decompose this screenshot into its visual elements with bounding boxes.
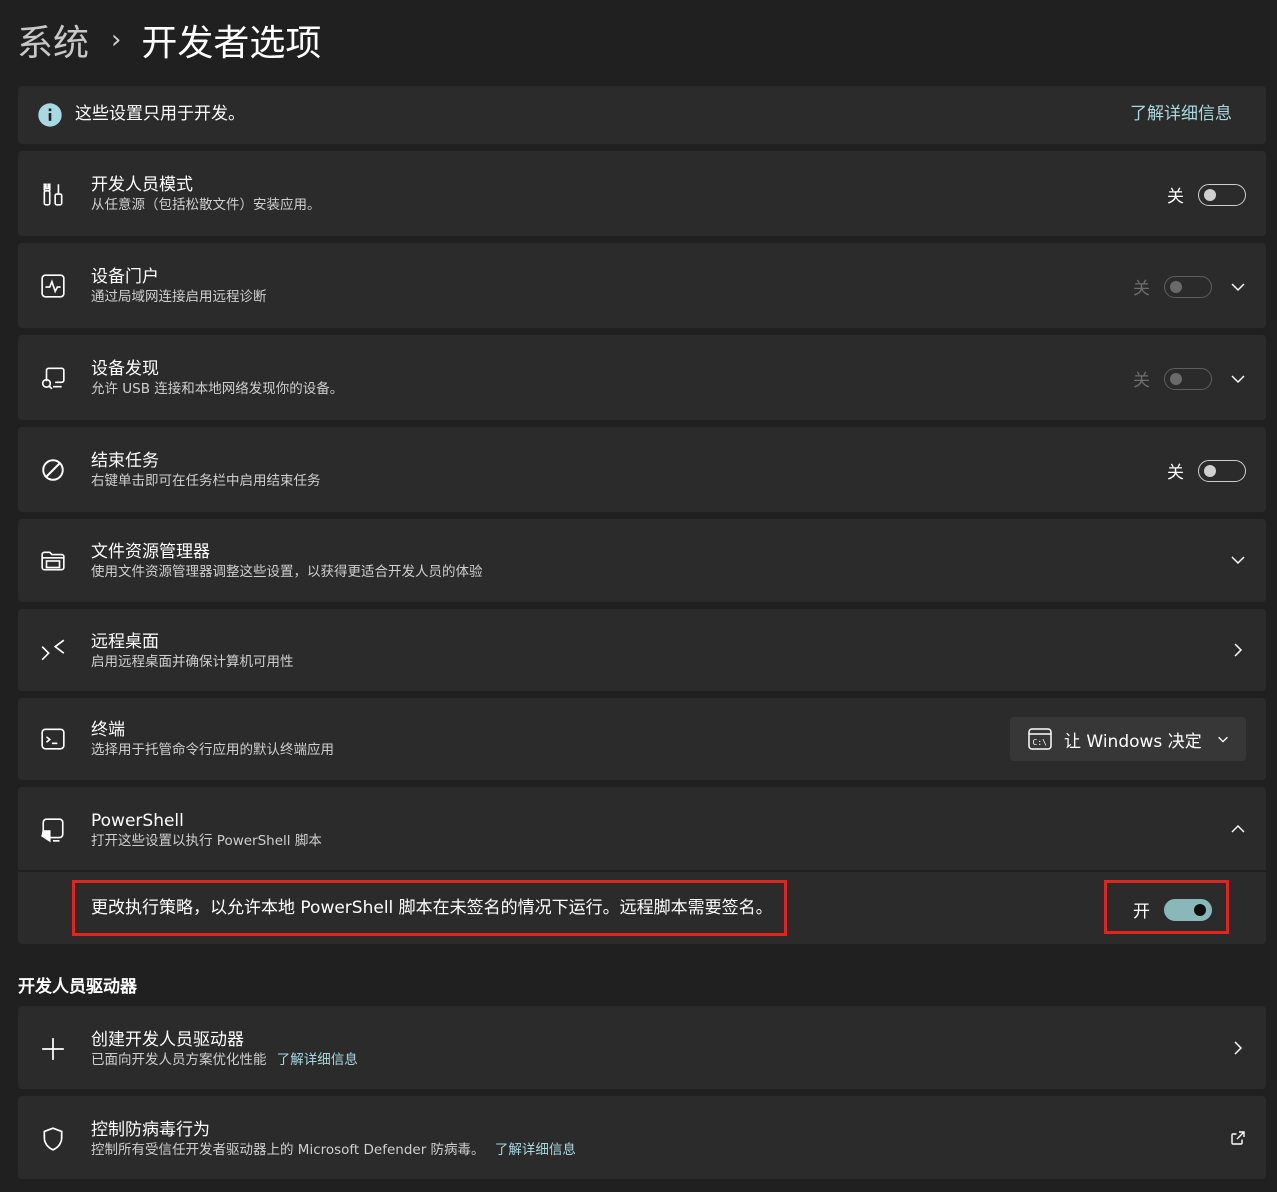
device-portal-state: 关 [1133,279,1150,299]
dev-mode-toggle[interactable] [1198,183,1246,206]
chevron-right-icon[interactable] [1230,642,1246,658]
powershell-subtitle: 打开这些设置以执行 PowerShell 脚本 [91,833,322,849]
info-icon [37,102,63,128]
chevron-down-icon [1218,736,1228,743]
breadcrumb: 系统 › 开发者选项 [17,14,321,66]
device-discovery-subtitle: 允许 USB 连接和本地网络发现你的设备。 [91,381,344,397]
external-link-icon[interactable] [1230,1130,1246,1146]
setting-create-dev-drive[interactable]: 创建开发人员驱动器 已面向开发人员方案优化性能 了解详细信息 [18,1006,1266,1089]
create-dev-drive-learn-more[interactable]: 了解详细信息 [277,1052,358,1068]
setting-antivirus[interactable]: 控制防病毒行为 控制所有受信任开发者驱动器上的 Microsoft Defend… [18,1096,1266,1179]
end-task-toggle[interactable] [1198,459,1246,482]
end-task-subtitle: 右键单击即可在任务栏中启用结束任务 [91,473,321,489]
page-title: 开发者选项 [141,23,322,64]
learn-more-link[interactable]: 了解详细信息 [1130,103,1232,125]
info-bar: 这些设置只用于开发。 了解详细信息 [18,86,1266,144]
antivirus-title: 控制防病毒行为 [91,1120,210,1140]
chevron-down-icon[interactable] [1230,371,1246,387]
end-task-title: 结束任务 [91,451,159,471]
terminal-dropdown[interactable]: C:\ 让 Windows 决定 [1010,717,1246,761]
terminal-title: 终端 [91,720,125,740]
device-search-icon [40,365,66,391]
cmd-icon: C:\ [1028,728,1052,750]
remote-desktop-icon [40,638,66,664]
chevron-down-icon[interactable] [1230,552,1246,568]
pulse-monitor-icon [40,273,66,299]
chevron-up-icon[interactable] [1230,821,1246,837]
device-portal-subtitle: 通过局域网连接启用远程诊断 [91,289,267,305]
section-title-dev-drive: 开发人员驱动器 [18,977,137,997]
device-discovery-toggle[interactable] [1164,367,1212,390]
antivirus-learn-more[interactable]: 了解详细信息 [495,1142,576,1158]
dev-mode-state: 关 [1167,187,1184,207]
setting-powershell[interactable]: PowerShell 打开这些设置以执行 PowerShell 脚本 [18,787,1266,870]
dev-mode-subtitle: 从任意源（包括松散文件）安装应用。 [91,197,321,213]
device-portal-title: 设备门户 [91,267,159,287]
device-discovery-state: 关 [1133,371,1150,391]
remote-desktop-title: 远程桌面 [91,632,159,652]
breadcrumb-separator: › [111,25,122,55]
folder-icon [40,548,66,574]
antivirus-subtitle: 控制所有受信任开发者驱动器上的 Microsoft Defender 防病毒。 [91,1142,485,1158]
highlight-box-text [72,880,787,936]
device-portal-toggle[interactable] [1164,275,1212,298]
file-explorer-subtitle: 使用文件资源管理器调整这些设置，以获得更适合开发人员的体验 [91,564,483,580]
file-explorer-title: 文件资源管理器 [91,542,210,562]
setting-end-task: 结束任务 右键单击即可在任务栏中启用结束任务 关 [18,427,1266,512]
create-dev-drive-title: 创建开发人员驱动器 [91,1030,244,1050]
terminal-subtitle: 选择用于托管命令行应用的默认终端应用 [91,742,334,758]
shield-icon [40,1126,66,1152]
create-dev-drive-subtitle: 已面向开发人员方案优化性能 [91,1052,267,1068]
setting-device-portal[interactable]: 设备门户 通过局域网连接启用远程诊断 关 [18,243,1266,328]
plus-icon [40,1036,66,1062]
setting-terminal: 终端 选择用于托管命令行应用的默认终端应用 C:\ 让 Windows 决定 [18,698,1266,780]
svg-text:C:\: C:\ [1033,738,1048,747]
info-text: 这些设置只用于开发。 [75,104,245,124]
chevron-right-icon[interactable] [1230,1040,1246,1056]
end-task-state: 关 [1167,463,1184,483]
chevron-down-icon[interactable] [1230,279,1246,295]
setting-remote-desktop[interactable]: 远程桌面 启用远程桌面并确保计算机可用性 [18,609,1266,691]
powershell-icon [40,817,66,843]
terminal-icon [40,726,66,752]
powershell-title: PowerShell [91,811,184,831]
dev-mode-title: 开发人员模式 [91,175,193,195]
breadcrumb-parent[interactable]: 系统 [17,14,89,66]
setting-dev-mode: 开发人员模式 从任意源（包括松散文件）安装应用。 关 [18,151,1266,236]
tools-icon [40,181,66,207]
highlight-box-toggle [1104,880,1229,934]
setting-file-explorer[interactable]: 文件资源管理器 使用文件资源管理器调整这些设置，以获得更适合开发人员的体验 [18,519,1266,602]
terminal-dropdown-value: 让 Windows 决定 [1064,731,1202,752]
setting-device-discovery[interactable]: 设备发现 允许 USB 连接和本地网络发现你的设备。 关 [18,335,1266,420]
device-discovery-title: 设备发现 [91,359,159,379]
remote-desktop-subtitle: 启用远程桌面并确保计算机可用性 [91,654,294,670]
prohibited-icon [40,457,66,483]
